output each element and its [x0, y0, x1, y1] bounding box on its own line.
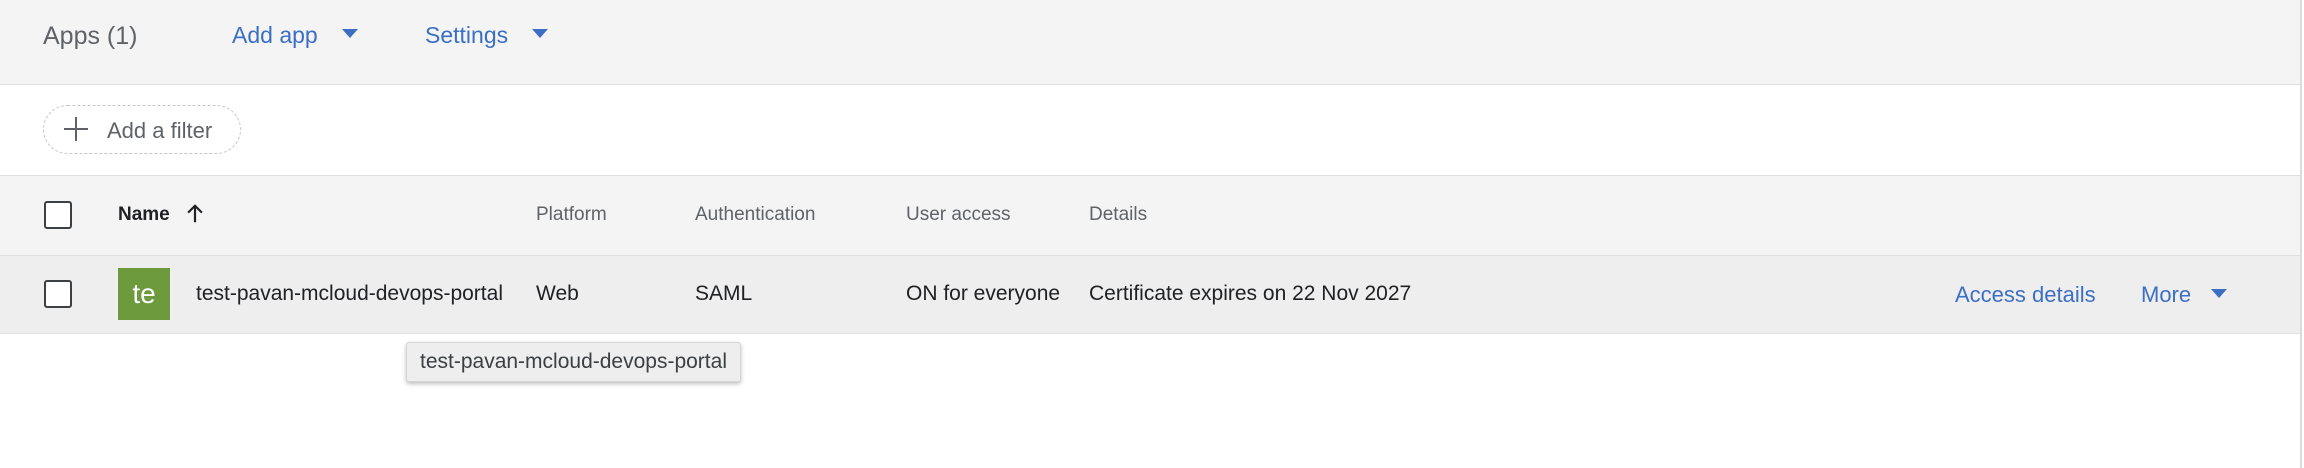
app-user-access: ON for everyone — [906, 282, 1061, 305]
row-checkbox[interactable] — [44, 280, 72, 308]
column-header-authentication: Authentication — [695, 204, 816, 225]
add-filter-label: Add a filter — [107, 118, 213, 143]
app-platform: Web — [536, 282, 579, 305]
app-avatar: te — [118, 268, 170, 320]
sort-ascending-icon[interactable] — [184, 203, 206, 225]
plus-icon — [64, 117, 88, 141]
settings-menu[interactable]: Settings — [425, 22, 549, 49]
add-app-menu[interactable]: Add app — [232, 22, 358, 49]
app-authentication: SAML — [695, 282, 753, 305]
add-filter-button[interactable]: Add a filter — [43, 105, 241, 154]
page-title: Apps (1) — [43, 22, 138, 50]
column-header-name[interactable]: Name — [118, 204, 170, 226]
caret-down-icon — [532, 29, 549, 39]
caret-down-icon — [2211, 288, 2228, 298]
access-details-link[interactable]: Access details — [1955, 282, 2096, 308]
column-header-details: Details — [1089, 204, 1148, 225]
settings-label: Settings — [425, 22, 509, 48]
column-header-user-access: User access — [906, 204, 1011, 225]
select-all-checkbox[interactable] — [44, 201, 72, 229]
app-name-link[interactable]: test-pavan-mcloud-devops-portal — [196, 282, 503, 306]
apps-header: Apps (1) Add app Settings — [0, 0, 2300, 85]
table-row[interactable]: te test-pavan-mcloud-devops-portal Web S… — [0, 256, 2300, 334]
app-name-tooltip: test-pavan-mcloud-devops-portal — [406, 342, 741, 382]
apps-panel: Apps (1) Add app Settings Add a filter N… — [0, 0, 2302, 468]
page: Apps (1) Add app Settings Add a filter N… — [0, 0, 2304, 468]
more-menu[interactable]: More — [2141, 282, 2228, 308]
app-details: Certificate expires on 22 Nov 2027 — [1089, 282, 1412, 305]
more-label: More — [2141, 282, 2192, 307]
filter-bar: Add a filter — [0, 85, 2300, 176]
add-app-label: Add app — [232, 22, 318, 48]
table-header: Name Platform Authentication User access… — [0, 176, 2300, 256]
column-header-platform: Platform — [536, 204, 607, 225]
caret-down-icon — [341, 29, 358, 39]
